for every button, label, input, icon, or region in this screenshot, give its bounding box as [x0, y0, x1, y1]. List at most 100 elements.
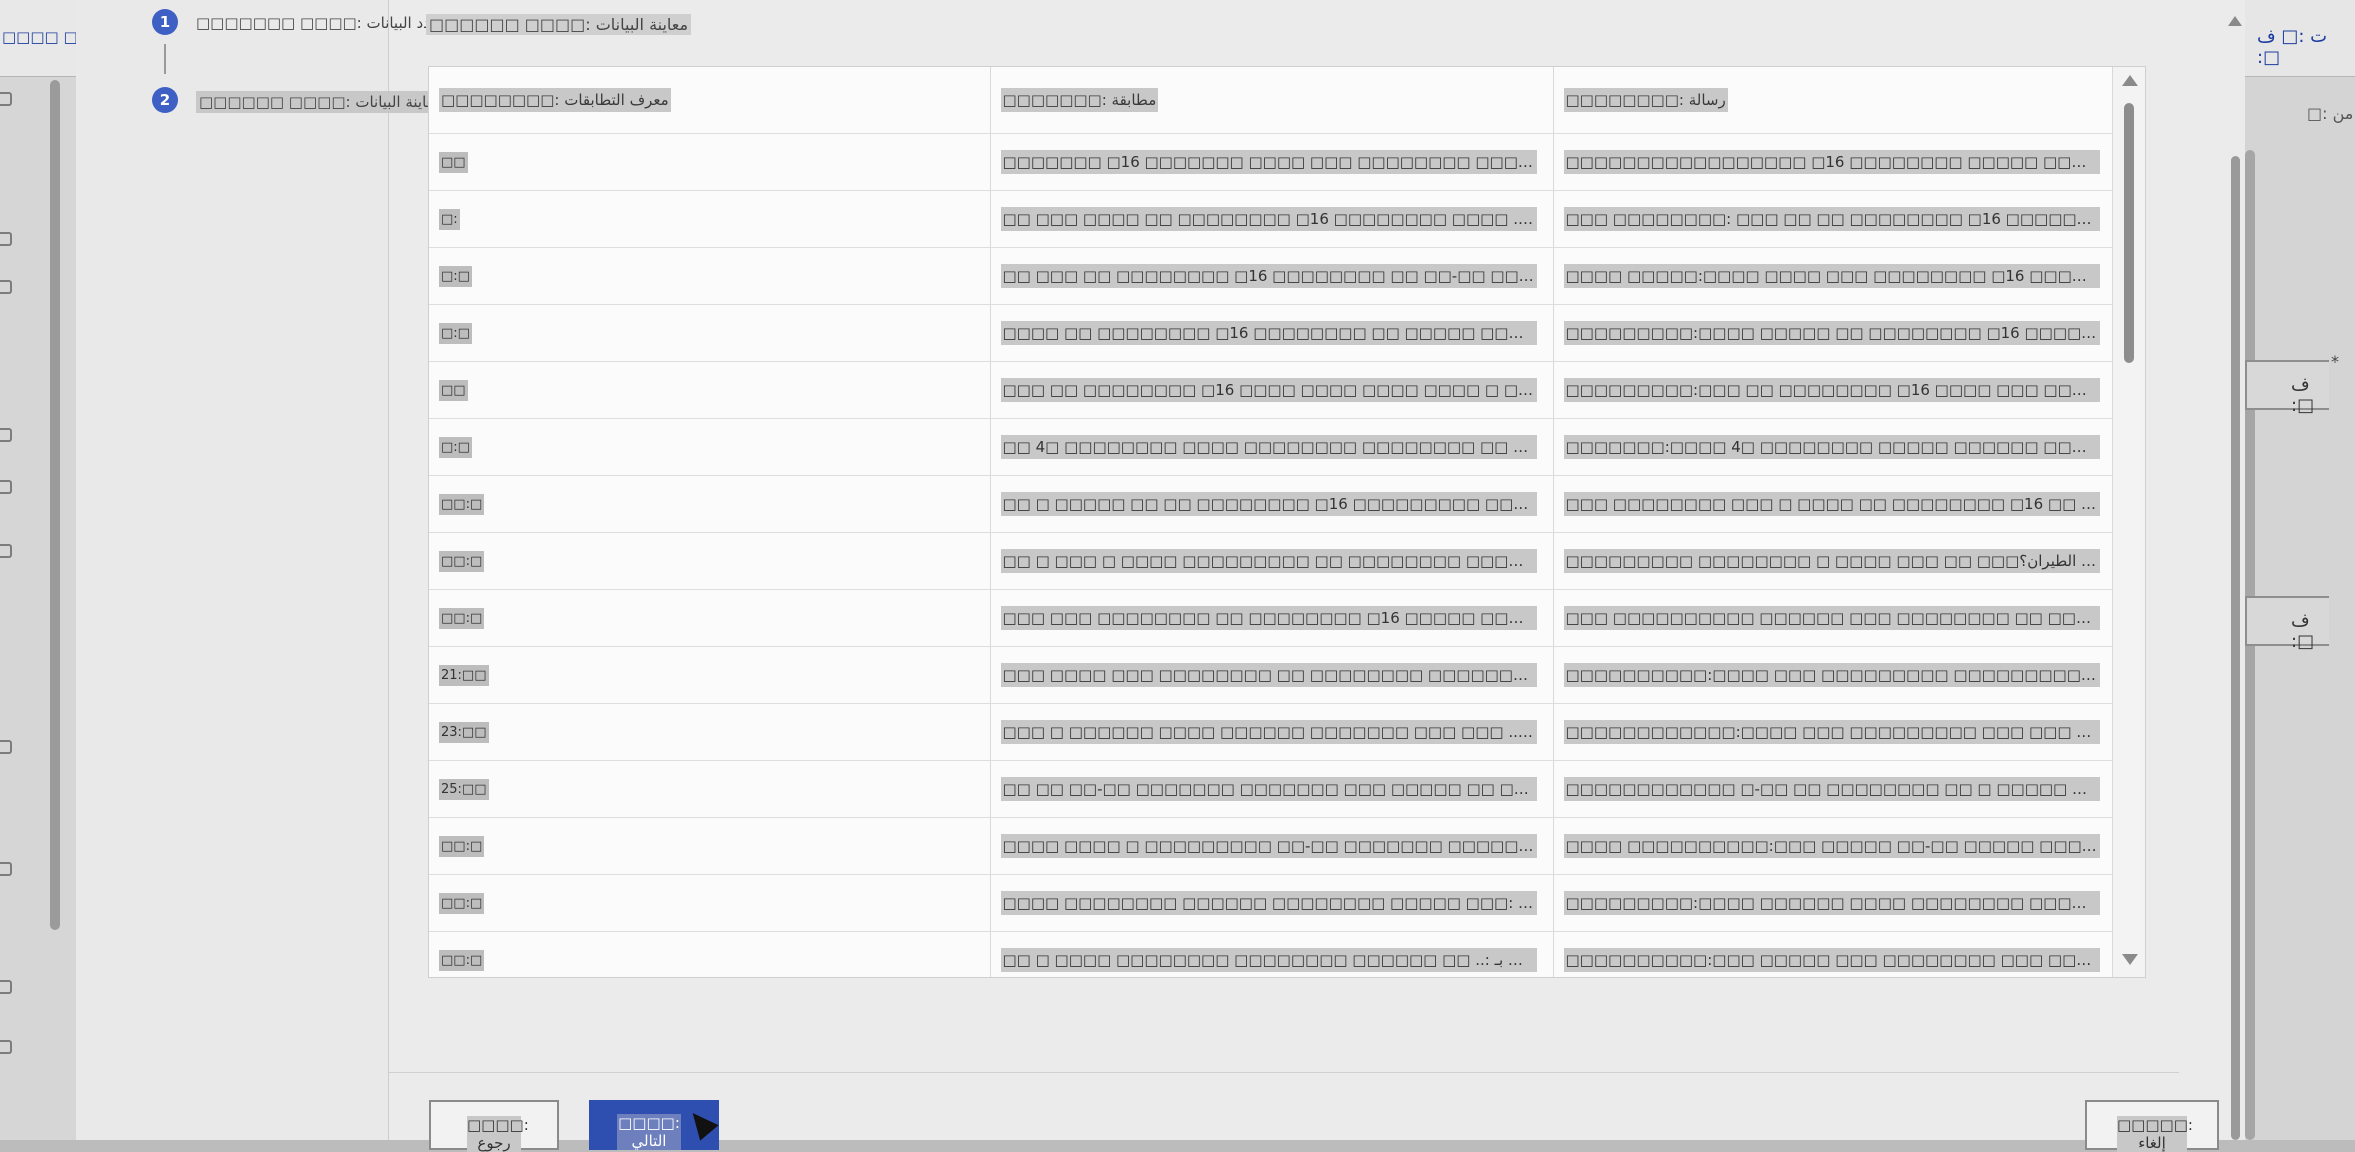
cell-message[interactable]: □□□□□□□□□:□□□□ □□□□□ □□ □□□□□□□□ □16 □□□…: [1553, 304, 2113, 362]
table-scrollbar[interactable]: [2113, 67, 2145, 977]
cell-message[interactable]: □□□ □□□□□□□□: □□□ □□ □□ □□□□□□□□ □16 □□□…: [1553, 190, 2113, 248]
footer-divider: [389, 1072, 2179, 1073]
cell-match[interactable]: □□ □ □□□□□ □□ □□ □□□□□□□□ □16 □□□□□□□□□ …: [990, 475, 1554, 533]
cell-id-text: 23:□□: [439, 721, 489, 743]
cell-match[interactable]: □□ □□ □□-□□ □□□□□□□ □□□□□□□ □□□ □□□□□ □□…: [990, 760, 1554, 818]
table-row[interactable]: □□:□ □□□ □□□ □□□□□□□□ □□ □□□□□□□□ □16 □□□…: [429, 589, 2113, 647]
background-left-scrollbar: [50, 80, 60, 930]
table-row[interactable]: □□:□ □□ □ □□□□ □□□□□□□□ □□□□□□□□ □□□□□□ □…: [429, 931, 2113, 977]
table-row[interactable]: □□ □□□□□□□ □16 □□□□□□□ □□□□ □□□ □□□□□□□□ …: [429, 133, 2113, 191]
column-header-message-label: □□□□□□□□: رسالة: [1563, 88, 1728, 112]
cell-message[interactable]: □□□ □□□□□□□□ □□□ □ □□□□ □□ □□□□□□□□ □16 …: [1553, 475, 2113, 533]
cell-id[interactable]: □□:□: [429, 475, 991, 533]
cell-match[interactable]: □□□□ □□□□□□□□ □□□□□□ □□□□□□□□ □□□□□ □□□:…: [990, 874, 1554, 932]
cell-message[interactable]: □□□□□□□□□:□□□□ □□□□□□ □□□□ □□□□□□□□ □□□□…: [1553, 874, 2113, 932]
cell-message-text: □□□□□□□□□ □□□□□□□□ □ □□□□ □□□ □□ □□□المح…: [1563, 549, 2100, 573]
cell-id-text: □□:□: [439, 835, 485, 857]
table-scroll-thumb[interactable]: [2124, 103, 2134, 363]
table-row[interactable]: □:□ □□ □□□ □□ □□□□□□□□ □16 □□□□□□□□ □□ □□…: [429, 247, 2113, 305]
dialog-content: □□□□□□ □□□□: معاينة البيانات □□□□□□□□: م…: [389, 0, 2245, 1152]
cell-id[interactable]: □:□: [429, 304, 991, 362]
cell-id-text: □□: [439, 379, 468, 401]
cell-message[interactable]: □□□□ □□□□□:□□□□ □□□□ □□□ □□□□□□□□ □16 □□…: [1553, 247, 2113, 305]
table-row[interactable]: □□ □□□ □□ □□□□□□□□ □16 □□□□ □□□□ □□□□ □□□…: [429, 361, 2113, 419]
cell-id[interactable]: □□: [429, 361, 991, 419]
back-button[interactable]: □□□□: رجوع: [429, 1100, 559, 1152]
table-row[interactable]: 21:□□ □□□ □□□□ □□□ □□□□□□□□ □□ □□□□□□□□ □…: [429, 646, 2113, 704]
table-row[interactable]: 23:□□ □□□ □ □□□□□□ □□□□ □□□□□□ □□□□□□□ □□…: [429, 703, 2113, 761]
cell-message[interactable]: □□□□□□□□□□:□□□□ □□□ □□□□□□□□□ □□□□□□□□□ …: [1553, 646, 2113, 704]
cell-id[interactable]: 25:□□: [429, 760, 991, 818]
dialog-scrollbar[interactable]: [2225, 0, 2245, 1140]
cell-match[interactable]: □□ 4□ □□□□□□□□ □□□□ □□□□□□□□ □□□□□□□□ □□…: [990, 418, 1554, 476]
cell-message-text: □□□□ □□□□□□□□□□:□□□ □□□□□ □□-□□ □□□□□ □□…: [1563, 834, 2100, 858]
cell-id[interactable]: □□:□: [429, 874, 991, 932]
link-icon: [0, 740, 12, 754]
cell-message[interactable]: □□□□□□□□□□□□:□□□□ □□□ □□□□□□□□□ □□□ □□□ …: [1553, 703, 2113, 761]
dialog-scroll-thumb[interactable]: [2231, 156, 2240, 1140]
cell-match-text: □□□□ □□□□ □ □□□□□□□□□ □□-□□ □□□□□□□ □□□□…: [1000, 834, 1537, 858]
page-title: □□□□□□ □□□□: معاينة البيانات: [426, 14, 692, 35]
cell-match[interactable]: □□□□□□□ □16 □□□□□□□ □□□□ □□□ □□□□□□□□ □□…: [990, 133, 1554, 191]
cell-id[interactable]: □□:□: [429, 817, 991, 875]
cell-match[interactable]: □□ □ □□□□ □□□□□□□□ □□□□□□□□ □□□□□□ □□ ..…: [990, 931, 1554, 977]
cell-id[interactable]: 23:□□: [429, 703, 991, 761]
cell-message[interactable]: □□□□□□□□□□□□ □-□□ □□ □□□□□□□□ □□ □ □□□□□…: [1553, 760, 2113, 818]
step-2-number[interactable]: 2: [152, 87, 178, 113]
cell-id[interactable]: □:□: [429, 418, 991, 476]
table-row[interactable]: 25:□□ □□ □□ □□-□□ □□□□□□□ □□□□□□□ □□□ □□□…: [429, 760, 2113, 818]
table-row[interactable]: □□:□ □□ □ □□□□□ □□ □□ □□□□□□□□ □16 □□□□□□…: [429, 475, 2113, 533]
cell-id[interactable]: □□:□: [429, 589, 991, 647]
scroll-up-arrow-icon[interactable]: [2122, 75, 2138, 86]
cell-id[interactable]: □□:□: [429, 931, 991, 977]
cell-message[interactable]: □□□□□□□□□ □□□□□□□□ □ □□□□ □□□ □□ □□□المح…: [1553, 532, 2113, 590]
background-field-1: ف :□: [2245, 360, 2329, 416]
cell-match[interactable]: □□□ □□□ □□□□□□□□ □□ □□□□□□□□ □16 □□□□□ □…: [990, 589, 1554, 647]
cell-id[interactable]: □□:□: [429, 532, 991, 590]
page-icon: [0, 428, 12, 442]
step-connector: [164, 44, 166, 74]
background-left-header: □□□□ □□: أو روز: [0, 0, 140, 77]
column-header-message[interactable]: □□□□□□□□: رسالة: [1553, 67, 2113, 134]
cell-id-text: □□:□: [439, 607, 485, 629]
grid-icon: [0, 862, 12, 876]
cell-message[interactable]: □□□□□□□□□:□□□ □□ □□□□□□□□ □16 □□□□ □□□ □…: [1553, 361, 2113, 419]
table-row[interactable]: □□:□ □□□□ □□□□□□□□ □□□□□□ □□□□□□□□ □□□□□ …: [429, 874, 2113, 932]
cell-id-text: □□:□: [439, 550, 485, 572]
table-row[interactable]: □:□ □□ 4□ □□□□□□□□ □□□□ □□□□□□□□ □□□□□□□□…: [429, 418, 2113, 476]
people-icon: [0, 480, 12, 494]
cell-match[interactable]: □□□ □ □□□□□□ □□□□ □□□□□□ □□□□□□□ □□□ □□□…: [990, 703, 1554, 761]
step-1-number[interactable]: 1: [152, 9, 178, 35]
cell-match-text: □□ 4□ □□□□□□□□ □□□□ □□□□□□□□ □□□□□□□□ □□…: [1000, 435, 1537, 459]
table-row[interactable]: □□:□ □□□□ □□□□ □ □□□□□□□□□ □□-□□ □□□□□□□ …: [429, 817, 2113, 875]
cell-match[interactable]: □□ □□□ □□ □□□□□□□□ □16 □□□□□□□□ □□ □□-□□…: [990, 247, 1554, 305]
column-header-match[interactable]: □□□□□□□: مطابقة: [990, 67, 1554, 134]
table-row[interactable]: □:□ □□□□ □□ □□□□□□□□ □16 □□□□□□□□ □□ □□□□…: [429, 304, 2113, 362]
cell-match[interactable]: □□□□ □□ □□□□□□□□ □16 □□□□□□□□ □□ □□□□□ □…: [990, 304, 1554, 362]
cell-match[interactable]: □□□ □□□□ □□□ □□□□□□□□ □□ □□□□□□□□ □□□□□□…: [990, 646, 1554, 704]
cell-id[interactable]: 21:□□: [429, 646, 991, 704]
background-field-2-value: ف :□: [2291, 610, 2315, 652]
cell-match-text: □□ □ □□□□□ □□ □□ □□□□□□□□ □16 □□□□□□□□□ …: [1000, 492, 1537, 516]
table-row[interactable]: □□:□ □□ □ □□□ □ □□□□ □□□□□□□□□ □□ □□□□□□□…: [429, 532, 2113, 590]
cell-match[interactable]: □□□ □□ □□□□□□□□ □16 □□□□ □□□□ □□□□ □□□□ …: [990, 361, 1554, 419]
cell-id-text: □:: [439, 208, 460, 230]
cell-id[interactable]: □□: [429, 133, 991, 191]
dialog-scroll-up-arrow-icon[interactable]: [2228, 16, 2242, 26]
cell-message[interactable]: □□□ □□□□□□□□□□ □□□□□□ □□□ □□□□□□□□ □□ □□…: [1553, 589, 2113, 647]
cell-match[interactable]: □□□□ □□□□ □ □□□□□□□□□ □□-□□ □□□□□□□ □□□□…: [990, 817, 1554, 875]
cancel-button[interactable]: □□□□□: إلغاء: [2085, 1100, 2219, 1152]
cell-match[interactable]: □□ □ □□□ □ □□□□ □□□□□□□□□ □□ □□□□□□□□ □□…: [990, 532, 1554, 590]
cell-match[interactable]: □□ □□□ □□□□ □□ □□□□□□□□ □16 □□□□□□□□ □□□…: [990, 190, 1554, 248]
cell-match-text: □□□□ □□ □□□□□□□□ □16 □□□□□□□□ □□ □□□□□ □…: [1000, 321, 1537, 345]
cell-message[interactable]: □□□□ □□□□□□□□□□:□□□ □□□□□ □□-□□ □□□□□ □□…: [1553, 817, 2113, 875]
cell-message[interactable]: □□□□□□□□□□:□□□ □□□□□ □□□ □□□□□□□□ □□□ □□…: [1553, 931, 2113, 977]
table-row[interactable]: □: □□ □□□ □□□□ □□ □□□□□□□□ □16 □□□□□□□□ □…: [429, 190, 2113, 248]
column-header-id[interactable]: □□□□□□□□: معرف التطابقات: [429, 67, 991, 134]
cell-id[interactable]: □:: [429, 190, 991, 248]
folder-icon: [0, 1040, 12, 1054]
scroll-down-arrow-icon[interactable]: [2122, 954, 2138, 965]
cell-message[interactable]: □□□□□□□:□□□□ 4□ □□□□□□□□ □□□□□ □□□□□□ □□…: [1553, 418, 2113, 476]
cell-message[interactable]: □□□□□□□□□□□□□□□□□ □16 □□□□□□□□ □□□□□ □□□…: [1553, 133, 2113, 191]
cell-id[interactable]: □:□: [429, 247, 991, 305]
